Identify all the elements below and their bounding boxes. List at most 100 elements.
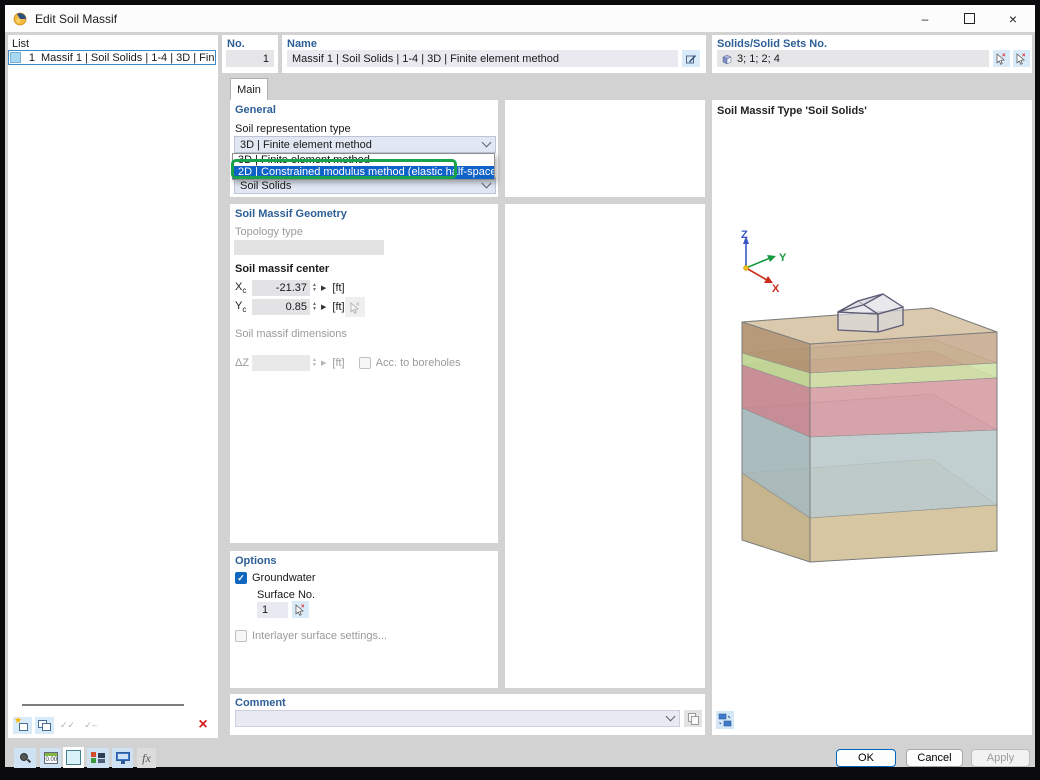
pencil-icon: [685, 53, 697, 65]
solids-value: 3; 1; 2; 4: [737, 53, 780, 65]
name-panel: Name Massif 1 | Soil Solids | 1-4 | 3D |…: [282, 35, 706, 73]
no-value: 1: [263, 53, 269, 65]
options-panel: Options ✓ Groundwater Surface No. 1 × In…: [230, 551, 498, 688]
formula-button[interactable]: fx: [137, 748, 156, 768]
no-panel: No. 1: [222, 35, 278, 73]
details-button[interactable]: [14, 748, 36, 768]
geometry-panel: Soil Massif Geometry Topology type Soil …: [230, 204, 498, 543]
pick-solid-sets-button[interactable]: ×: [1013, 50, 1030, 67]
ok-button[interactable]: OK: [836, 749, 896, 767]
surface-no-input[interactable]: 1: [257, 602, 288, 618]
yc-spinner[interactable]: ▲ ▼: [310, 302, 319, 312]
app-icon: [13, 12, 27, 26]
param-arrow-icon[interactable]: ▶: [321, 303, 326, 311]
copy-windows-icon: [38, 720, 51, 732]
name-value: Massif 1 | Soil Solids | 1-4 | 3D | Fini…: [292, 53, 559, 65]
pick-cursor-icon: ×: [349, 301, 362, 314]
soil-massif-dimensions-label: Soil massif dimensions: [235, 328, 347, 340]
topology-type-label: Topology type: [235, 226, 303, 238]
list-item[interactable]: 1 Massif 1 | Soil Solids | 1-4 | 3D | Fi…: [8, 50, 216, 65]
list-item-label: Massif 1 | Soil Solids | 1-4 | 3D | Fini…: [35, 52, 215, 64]
rendering-toggle-button[interactable]: [63, 747, 84, 768]
dz-label: ΔZ: [235, 357, 252, 369]
general-heading: General: [235, 104, 276, 116]
geometry-heading: Soil Massif Geometry: [235, 208, 347, 220]
spin-down-icon: ▼: [310, 363, 319, 368]
svg-text:×: ×: [301, 604, 305, 610]
list-scrollbar[interactable]: [22, 704, 184, 706]
rename-button[interactable]: [682, 50, 700, 67]
pick-cursor-icon: ×: [995, 52, 1008, 65]
svg-text:×: ×: [356, 302, 360, 308]
graphic-window-button[interactable]: [112, 748, 133, 768]
cancel-button[interactable]: Cancel: [906, 749, 963, 767]
dz-spinner: ▲ ▼: [310, 358, 319, 368]
comment-heading: Comment: [235, 697, 286, 709]
solids-panel: Solids/Solid Sets No. 3; 1; 2; 4 × ×: [712, 35, 1032, 73]
list-item-number: 1: [21, 52, 35, 64]
interlayer-checkbox: [235, 630, 247, 642]
chevron-down-icon: [666, 712, 676, 722]
swap-view-button[interactable]: [716, 711, 734, 729]
soil-representation-dropdown: 3D | Finite element method 2D | Constrai…: [232, 153, 495, 180]
pick-cursor-icon: ×: [294, 603, 307, 616]
soil-front-face: [810, 332, 997, 562]
soil-representation-combobox[interactable]: 3D | Finite element method: [234, 136, 496, 153]
dz-input: [252, 355, 310, 371]
monitor-icon: [116, 752, 130, 764]
maximize-button[interactable]: [947, 6, 991, 32]
soil-massif-center-label: Soil massif center: [235, 263, 329, 275]
tab-main-label: Main: [237, 84, 261, 96]
pick-surface-button[interactable]: ×: [292, 601, 309, 618]
units-settings-button[interactable]: 0.00: [40, 748, 61, 768]
pick-solids-button[interactable]: ×: [993, 50, 1010, 67]
soil-representation-label: Soil representation type: [235, 123, 351, 135]
yc-label: Yc: [235, 300, 252, 314]
dropdown-option-2d[interactable]: 2D | Constrained modulus method (elastic…: [233, 166, 494, 179]
name-field[interactable]: Massif 1 | Soil Solids | 1-4 | 3D | Fini…: [287, 50, 678, 67]
xc-input[interactable]: -21.37: [252, 280, 310, 296]
xc-value: -21.37: [276, 282, 307, 294]
copy-massif-button[interactable]: [35, 717, 54, 734]
deselect-all-button[interactable]: ✓–: [81, 717, 100, 734]
spin-down-icon[interactable]: ▼: [310, 288, 319, 293]
solids-field[interactable]: 3; 1; 2; 4: [717, 50, 989, 67]
list-panel: List 1 Massif 1 | Soil Solids | 1-4 | 3D…: [8, 35, 218, 738]
soil-left-face: [742, 322, 810, 562]
svg-text:×: ×: [1002, 53, 1006, 59]
new-window-icon: ★: [16, 720, 29, 732]
groundwater-checkbox[interactable]: ✓: [235, 572, 247, 584]
dropdown-option-3d[interactable]: 3D | Finite element method: [233, 154, 494, 166]
copy-comment-button[interactable]: [684, 710, 702, 727]
minimize-button[interactable]: –: [903, 6, 947, 32]
new-massif-button[interactable]: ★: [13, 717, 32, 734]
param-arrow-icon: ▶: [321, 359, 326, 367]
maximize-icon: [964, 13, 975, 24]
axis-x-label: X: [772, 283, 780, 295]
xc-label: Xc: [235, 281, 252, 295]
svg-text:×: ×: [1022, 53, 1026, 59]
interlayer-label: Interlayer surface settings...: [252, 630, 387, 642]
axis-y-label: Y: [779, 252, 787, 264]
screen: Edit Soil Massif – × List 1 Massif 1 | S…: [0, 0, 1040, 780]
objects-icon: [91, 752, 105, 764]
delete-massif-button[interactable]: ×: [194, 716, 212, 734]
comment-combobox[interactable]: [235, 710, 680, 727]
solids-label: Solids/Solid Sets No.: [717, 38, 827, 50]
xc-spinner[interactable]: ▲ ▼: [310, 283, 319, 293]
tab-main[interactable]: Main: [230, 78, 268, 100]
param-arrow-icon[interactable]: ▶: [321, 284, 326, 292]
name-label: Name: [287, 38, 317, 50]
select-all-button[interactable]: ✓✓: [58, 717, 77, 734]
spin-down-icon[interactable]: ▼: [310, 307, 319, 312]
close-button[interactable]: ×: [991, 6, 1035, 32]
soil-massif-3d-view[interactable]: Z Y X: [712, 100, 1032, 735]
list-header: List: [12, 38, 29, 50]
yc-input[interactable]: 0.85: [252, 299, 310, 315]
apply-button: Apply: [971, 749, 1030, 767]
pick-center-button[interactable]: ×: [345, 297, 365, 317]
assigned-objects-button[interactable]: [87, 748, 109, 768]
list-item-checkbox[interactable]: [10, 52, 21, 63]
surface-no-value: 1: [262, 604, 268, 616]
preview-panel: Soil Massif Type 'Soil Solids' Z Y X: [712, 100, 1032, 735]
